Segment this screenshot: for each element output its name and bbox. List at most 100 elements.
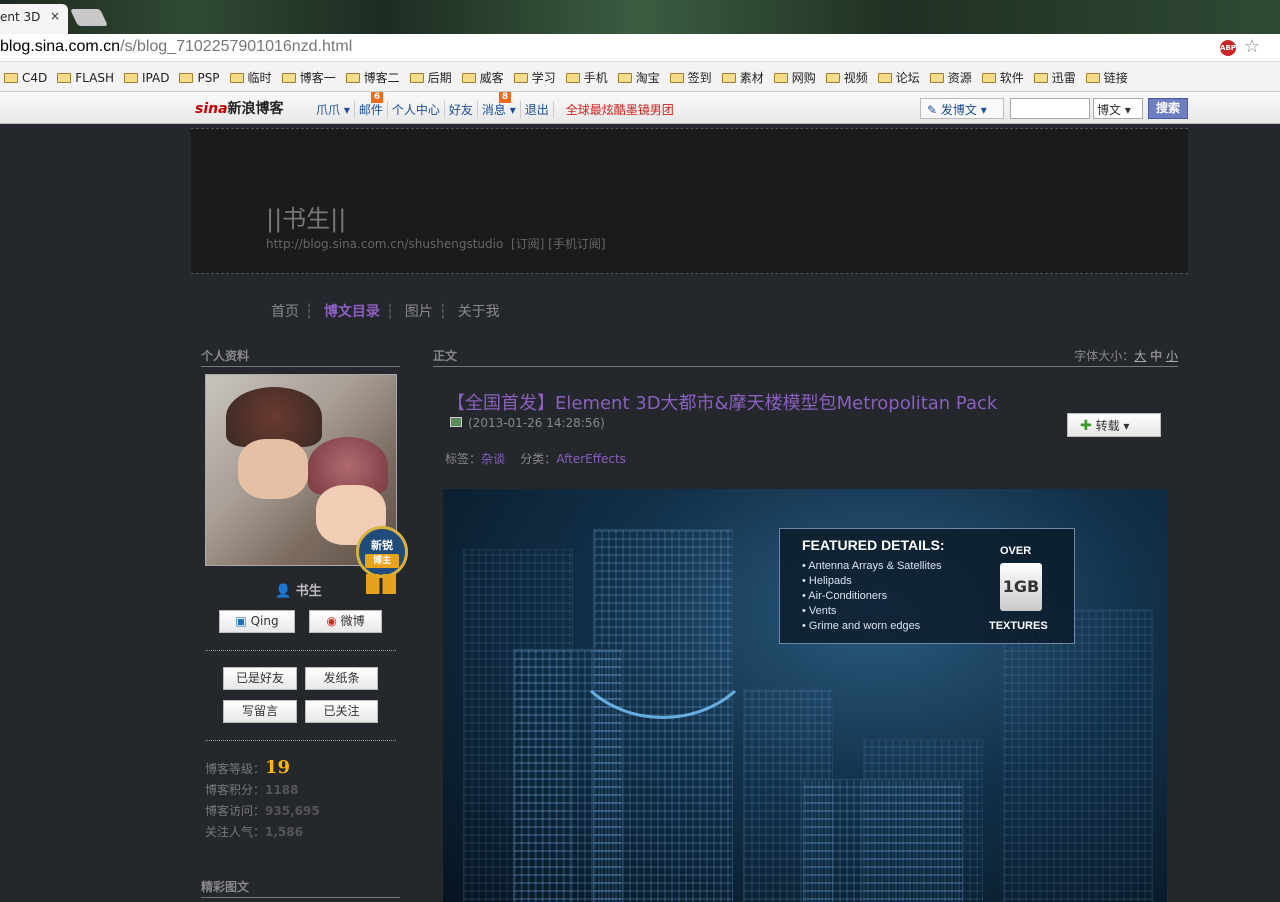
divider — [205, 740, 396, 741]
bookmark-item[interactable]: PSP — [175, 64, 225, 91]
followed-button[interactable]: 已关注 — [305, 700, 378, 723]
category-link[interactable]: AfterEffects — [556, 452, 626, 466]
folder-icon — [929, 73, 944, 83]
bookmark-item[interactable]: 链接 — [1082, 62, 1134, 91]
search-input[interactable] — [1010, 98, 1090, 119]
menu-photos[interactable]: 图片 — [399, 304, 439, 320]
folder-icon — [825, 73, 840, 83]
weibo-button[interactable]: ◉ 微博 — [309, 610, 382, 633]
sina-nav-link[interactable]: 退出 — [521, 101, 554, 118]
main-heading-text: 正文 — [433, 349, 458, 363]
bookmark-item[interactable]: 签到 — [666, 62, 718, 91]
friend-button[interactable]: 已是好友 — [223, 667, 297, 690]
leave-message-button[interactable]: 写留言 — [223, 700, 297, 723]
folder-icon — [461, 73, 476, 83]
folder-icon — [4, 73, 18, 83]
menu-articles[interactable]: 博文目录 — [318, 304, 386, 320]
featured-item: • Grime and worn edges — [802, 620, 921, 632]
qing-button[interactable]: ▣ Qing — [219, 610, 295, 633]
address-bar[interactable]: blog.sina.com.cn/s/blog_7102257901016nzd… — [0, 34, 1280, 62]
plus-icon: ✚ — [1080, 418, 1092, 434]
folder-icon — [877, 73, 892, 83]
storage-icon: 1GB — [1000, 563, 1042, 611]
bookmark-item[interactable]: 迅雷 — [1030, 62, 1082, 91]
bookmark-item[interactable]: 博客一 — [278, 62, 342, 91]
font-small-link[interactable]: 小 — [1166, 349, 1178, 363]
tag-link[interactable]: 杂谈 — [481, 452, 505, 466]
bookmark-item[interactable]: 素材 — [718, 62, 770, 91]
adblock-icon[interactable]: ABP — [1220, 40, 1236, 56]
notification-badge: 6 — [370, 92, 384, 103]
folder-icon — [123, 73, 138, 83]
mobile-subscribe-link[interactable]: [手机订阅] — [548, 237, 605, 251]
folder-icon — [565, 73, 580, 83]
sina-nav-link[interactable]: 个人中心 — [388, 101, 445, 118]
font-size-controls: 字体大小：大 中 小 — [1074, 349, 1178, 363]
tab-close-icon[interactable]: × — [50, 9, 60, 23]
medal-bottom-text: 博主 — [365, 554, 399, 568]
blog-url[interactable]: http://blog.sina.com.cn/shushengstudio — [266, 237, 503, 251]
bookmark-item[interactable]: 后期 — [406, 62, 458, 91]
featured-heading: 精彩图文 — [201, 878, 400, 898]
font-large-link[interactable]: 大 — [1134, 349, 1146, 363]
main-heading: 正文 字体大小：大 中 小 — [433, 347, 1178, 367]
post-date: (2013-01-26 14:28:56) — [468, 416, 605, 430]
promo-link[interactable]: 全球最炫酷墨镜男团 — [562, 101, 678, 118]
bookmark-star-icon[interactable]: ☆ — [1244, 36, 1260, 57]
popularity-value: 1,586 — [265, 825, 303, 839]
menu-about[interactable]: 关于我 — [452, 304, 506, 320]
search-button[interactable]: 搜索 — [1148, 98, 1188, 119]
blog-header: ||书生|| http://blog.sina.com.cn/shushengs… — [191, 128, 1188, 274]
bookmark-item[interactable]: 学习 — [510, 62, 562, 91]
reprint-button[interactable]: ✚ 转载 ▾ — [1067, 413, 1161, 437]
bookmark-item[interactable]: 淘宝 — [614, 62, 666, 91]
menu-home[interactable]: 首页 — [265, 304, 305, 320]
blog-title[interactable]: ||书生|| — [266, 199, 346, 234]
bookmark-item[interactable]: 论坛 — [874, 62, 926, 91]
sina-blog-logo[interactable]: sina新浪博客 — [195, 98, 284, 118]
bookmark-item[interactable]: 软件 — [978, 62, 1030, 91]
folder-icon — [981, 73, 996, 83]
username[interactable]: 👤 书生 — [275, 580, 322, 599]
send-note-button[interactable]: 发纸条 — [305, 667, 378, 690]
bookmark-item[interactable]: FLASH — [53, 64, 120, 91]
sina-logo-mark: sina — [195, 101, 228, 117]
bookmark-item[interactable]: 网购 — [770, 62, 822, 91]
new-tab-button[interactable] — [70, 9, 108, 26]
image-icon — [450, 417, 462, 427]
bookmark-item[interactable]: 手机 — [562, 62, 614, 91]
folder-icon — [669, 73, 684, 83]
bookmark-item[interactable]: IPAD — [120, 64, 175, 91]
post-image[interactable]: FEATURED DETAILS: • Antenna Arrays & Sat… — [443, 489, 1167, 902]
sina-nav-link[interactable]: 邮件 6 — [355, 92, 388, 118]
sina-nav-link[interactable]: 消息 ▾ 8 — [478, 92, 521, 118]
url-text[interactable]: blog.sina.com.cn/s/blog_7102257901016nzd… — [0, 38, 352, 56]
browser-tab-strip: ent 3D × — [0, 0, 1280, 34]
bookmark-item[interactable]: 威客 — [458, 62, 510, 91]
bookmarks-bar: C4D FLASH IPAD PSP 临时 博客一 博客二 后期 威客 学习 手机 淘宝 签到 素材 网购视… — [0, 62, 1280, 92]
folder-icon — [179, 73, 194, 83]
sina-nav-link[interactable]: 爪爪 ▾ — [312, 101, 355, 118]
bookmark-item[interactable]: 视频 — [822, 62, 874, 91]
building — [1003, 609, 1153, 902]
font-medium-link[interactable]: 中 — [1150, 349, 1162, 363]
bookmark-item[interactable]: 临时 — [226, 62, 278, 91]
bookmark-item[interactable]: 博客二 — [342, 62, 406, 91]
tab-title: ent 3D — [0, 10, 41, 24]
medal-top-text: 新锐 — [371, 539, 393, 552]
post-title[interactable]: 【全国首发】Element 3D大都市&摩天楼模型包Metropolitan P… — [447, 389, 997, 415]
qing-icon: ▣ — [235, 614, 247, 628]
notification-badge: 8 — [498, 92, 512, 103]
folder-icon — [617, 73, 632, 83]
featured-item: • Air-Conditioners — [802, 590, 888, 602]
medal-ribbon-icon — [366, 574, 396, 594]
sina-nav-link[interactable]: 好友 — [445, 101, 478, 118]
bookmark-item[interactable]: C4D — [0, 64, 53, 91]
search-type-select[interactable]: 博文 ▾ — [1093, 98, 1143, 119]
bookmark-item[interactable]: 资源 — [926, 62, 978, 91]
browser-tab[interactable]: ent 3D × — [0, 4, 68, 34]
stat-popularity: 关注人气：1,586 — [205, 825, 303, 839]
points-value: 1188 — [265, 783, 299, 797]
subscribe-link[interactable]: [订阅] — [511, 237, 544, 251]
post-blog-button[interactable]: ✎ 发博文 ▾ — [920, 98, 1004, 119]
